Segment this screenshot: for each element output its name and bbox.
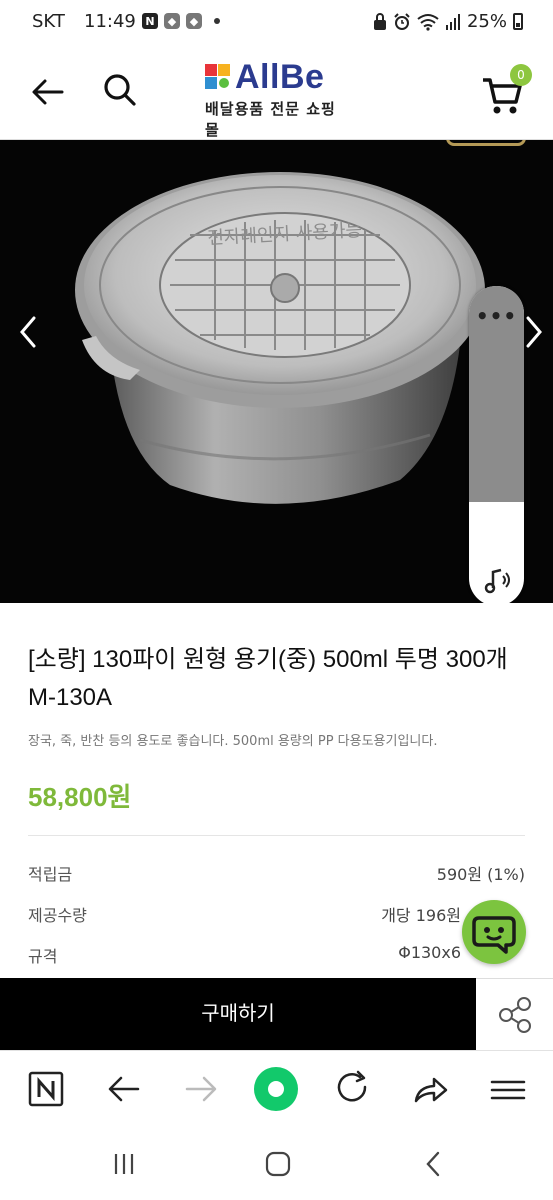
detail-label: 적립금	[28, 865, 73, 884]
allbe-logo[interactable]: AllBe 배달용품 전문 쇼핑몰	[205, 58, 350, 139]
edge-panel-handle[interactable]: •••	[469, 286, 524, 606]
wifi-icon	[417, 13, 439, 31]
notification-icons: N ◆ ◆	[142, 13, 220, 29]
share-icon	[499, 997, 531, 1033]
purchase-bar: 구매하기	[0, 978, 553, 1050]
cart-button[interactable]: 0	[480, 64, 532, 114]
image-tag	[446, 140, 526, 146]
app-notification-icon: ◆	[164, 13, 180, 29]
battery-percent: 25%	[466, 11, 507, 32]
detail-row-size: 규격 Φ130x6	[28, 943, 525, 967]
share-button[interactable]	[476, 978, 553, 1050]
carrier-label: SKT	[32, 11, 65, 32]
chat-button[interactable]	[462, 900, 526, 964]
home-icon[interactable]	[254, 1067, 298, 1111]
logo-tagline: 배달용품 전문 쇼핑몰	[205, 100, 336, 139]
cart-count-badge: 0	[510, 64, 532, 86]
detail-value: 590원 (1%)	[436, 865, 525, 884]
product-description: 장국, 죽, 반찬 등의 용도로 좋습니다. 500ml 용량의 PP 다용도용…	[28, 734, 438, 749]
logo-name: AllBe	[235, 58, 325, 96]
detail-label: 제공수량	[28, 906, 87, 925]
naver-icon[interactable]	[24, 1067, 68, 1111]
logo-mark-icon	[205, 64, 230, 89]
browser-toolbar	[0, 1050, 553, 1126]
music-note-icon[interactable]	[481, 564, 513, 596]
system-back-icon[interactable]	[416, 1146, 452, 1182]
refresh-icon[interactable]	[331, 1067, 375, 1111]
divider	[28, 835, 525, 836]
recent-apps-icon[interactable]	[106, 1146, 142, 1182]
previous-image-icon[interactable]	[14, 312, 44, 352]
back-icon[interactable]	[102, 1067, 146, 1111]
alarm-icon	[394, 12, 410, 30]
clock: 11:49	[84, 11, 136, 32]
detail-label: 규격	[28, 947, 58, 966]
signal-icon	[445, 13, 460, 30]
status-bar: SKT 11:49 N ◆ ◆ 25%	[0, 0, 553, 44]
detail-row-quantity: 제공수량 개당 196원	[28, 902, 525, 926]
product-title: [소량] 130파이 원형 용기(중) 500ml 투명 300개 M-130A	[28, 646, 508, 711]
system-status: 25%	[373, 11, 523, 32]
share-page-icon[interactable]	[408, 1067, 452, 1111]
system-navigation-bar	[0, 1126, 553, 1200]
more-notifications-icon	[214, 18, 220, 24]
lock-icon	[373, 12, 386, 30]
product-price: 58,800원	[28, 782, 132, 812]
naver-notification-icon: N	[142, 13, 158, 29]
more-options-icon[interactable]: •••	[469, 304, 524, 328]
detail-row-points: 적립금 590원 (1%)	[28, 861, 525, 885]
app-notification-icon: ◆	[186, 13, 202, 29]
forward-icon[interactable]	[179, 1067, 223, 1111]
menu-icon[interactable]	[486, 1067, 530, 1111]
home-button-icon[interactable]	[260, 1146, 296, 1182]
buy-button[interactable]: 구매하기	[0, 978, 476, 1050]
chat-bubble-icon	[472, 916, 516, 954]
battery-icon	[513, 13, 523, 30]
site-header: AllBe 배달용품 전문 쇼핑몰 0	[0, 44, 553, 140]
detail-value: 개당 196원	[381, 906, 461, 925]
search-icon[interactable]	[100, 70, 140, 110]
back-arrow-icon[interactable]	[28, 72, 68, 112]
detail-value: Φ130x6	[398, 943, 461, 962]
